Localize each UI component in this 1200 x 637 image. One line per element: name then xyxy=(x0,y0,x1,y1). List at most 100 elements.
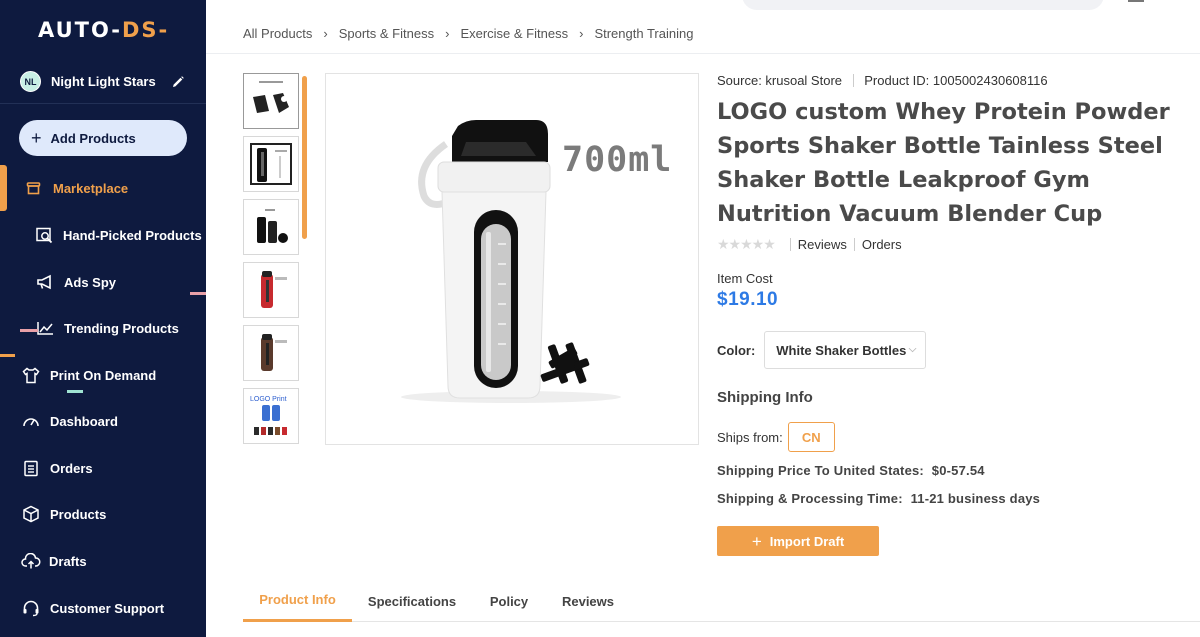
item-price: $19.10 xyxy=(717,289,779,310)
ships-from-row: Ships from: CN xyxy=(717,422,835,452)
tab-product-info[interactable]: Product Info xyxy=(243,580,352,622)
sidebar-item-products[interactable]: Products xyxy=(0,494,206,534)
color-value: White Shaker Bottles xyxy=(776,342,907,358)
search-input[interactable] xyxy=(742,0,1104,10)
rating-divider xyxy=(789,238,791,251)
color-label: Color: xyxy=(717,342,756,358)
thumb-logo-text: LOGO Print xyxy=(250,396,287,403)
tshirt-icon xyxy=(22,367,40,383)
pencil-icon[interactable] xyxy=(170,74,186,90)
add-products-button[interactable]: + Add Products xyxy=(19,120,187,156)
shipping-info-title: Shipping Info xyxy=(717,389,813,406)
thumbnail-image[interactable] xyxy=(243,325,299,381)
sidebar-item-marketplace[interactable]: Marketplace xyxy=(0,168,206,208)
shipping-price-row: Shipping Price To United States: $0-57.5… xyxy=(717,463,985,478)
user-profile[interactable]: NL Night Light Stars xyxy=(0,60,206,104)
import-draft-label: Import Draft xyxy=(769,533,845,549)
sidebar-item-trending[interactable]: Trending Products xyxy=(0,308,206,348)
sidebar-item-label: Trending Products xyxy=(64,320,179,336)
decor-mark xyxy=(190,292,206,295)
decor-mark xyxy=(20,329,38,332)
sidebar-item-drafts[interactable]: Drafts xyxy=(0,541,206,581)
shipping-price-value: $0-57.54 xyxy=(931,463,985,478)
sidebar-item-dashboard[interactable]: Dashboard xyxy=(0,401,206,441)
autods-logo[interactable]: AUTO-DS- xyxy=(38,18,169,42)
chevron-down-icon: ⌵ xyxy=(908,344,917,355)
thumbnail-list: LOGO Print xyxy=(243,73,299,451)
main-product-image[interactable]: 700ml xyxy=(325,73,699,445)
sidebar-item-orders[interactable]: Orders xyxy=(0,448,206,488)
breadcrumb-link[interactable]: Exercise & Fitness xyxy=(460,26,568,41)
megaphone-icon xyxy=(37,274,51,290)
product-title: LOGO custom Whey Protein Powder Sports S… xyxy=(717,99,1170,227)
tab-policy[interactable]: Policy xyxy=(472,580,546,622)
tab-reviews[interactable]: Reviews xyxy=(546,580,630,622)
divider xyxy=(206,53,1200,54)
source-store[interactable]: Source: krusoal Store xyxy=(717,73,842,88)
breadcrumb-link[interactable]: All Products xyxy=(243,26,312,41)
item-cost-label: Item Cost xyxy=(717,271,773,286)
sidebar-item-label: Dashboard xyxy=(50,413,118,429)
product-tabs: Product Info Specifications Policy Revie… xyxy=(243,580,1200,622)
sidebar-item-label: Orders xyxy=(50,460,93,476)
color-selector-row: Color: White Shaker Bottles ⌵ xyxy=(717,331,927,369)
chevron-right-icon: › xyxy=(579,26,584,41)
sidebar: AUTO-DS- NL Night Light Stars + Add Prod… xyxy=(0,0,206,637)
meta-divider xyxy=(852,74,854,87)
main-content: All Products › Sports & Fitness › Exerci… xyxy=(206,0,1200,637)
sidebar-item-label: Marketplace xyxy=(53,180,129,196)
rating-divider xyxy=(853,238,855,251)
sidebar-item-ads-spy[interactable]: Ads Spy xyxy=(0,262,206,302)
avatar: NL xyxy=(20,71,41,92)
thumbnail-image[interactable] xyxy=(243,199,299,255)
sidebar-item-support[interactable]: Customer Support xyxy=(0,588,206,628)
sidebar-item-label: Customer Support xyxy=(50,600,165,616)
processing-time-value: 11-21 business days xyxy=(910,491,1041,506)
sidebar-item-hand-picked[interactable]: Hand-Picked Products xyxy=(0,215,206,255)
store-icon xyxy=(26,182,41,195)
breadcrumb: All Products › Sports & Fitness › Exerci… xyxy=(243,26,693,41)
clipboard-icon xyxy=(24,460,38,476)
plus-icon: + xyxy=(751,531,762,551)
volume-label: 700ml xyxy=(562,140,673,180)
add-products-label: Add Products xyxy=(50,130,136,146)
product-id: Product ID: 1005002430608116 xyxy=(864,73,1048,88)
cloud-upload-icon xyxy=(21,552,41,568)
thumbnail-image[interactable] xyxy=(243,262,299,318)
product-meta: Source: krusoal Store Product ID: 100500… xyxy=(717,73,1048,88)
sidebar-item-label: Ads Spy xyxy=(64,274,117,290)
search-product-icon xyxy=(36,227,53,243)
headset-icon xyxy=(23,600,39,616)
color-dropdown[interactable]: White Shaker Bottles ⌵ xyxy=(764,331,927,369)
sidebar-item-label: Print On Demand xyxy=(50,367,157,383)
shaker-bottle-image xyxy=(401,120,621,403)
ships-from-label: Ships from: xyxy=(717,429,783,445)
ships-from-badge[interactable]: CN xyxy=(787,422,835,452)
breadcrumb-link[interactable]: Sports & Fitness xyxy=(339,26,434,41)
thumbnail-scrollbar[interactable] xyxy=(302,76,307,239)
sidebar-item-print-on-demand[interactable]: Print On Demand xyxy=(0,355,206,395)
sidebar-item-label: Products xyxy=(50,506,107,522)
decor-mark xyxy=(67,390,83,393)
thumbnail-image[interactable]: LOGO Print xyxy=(243,388,299,444)
tab-specifications[interactable]: Specifications xyxy=(352,580,472,622)
breadcrumb-link[interactable]: Strength Training xyxy=(594,26,693,41)
app-window: AUTO-DS- NL Night Light Stars + Add Prod… xyxy=(0,0,1200,637)
shipping-price-label: Shipping Price To United States: xyxy=(717,463,924,478)
chevron-right-icon: › xyxy=(445,26,450,41)
header-icon[interactable] xyxy=(1128,0,1144,2)
trending-chart-icon xyxy=(37,322,53,335)
sidebar-item-label: Drafts xyxy=(49,553,87,569)
orders-link[interactable]: Orders xyxy=(862,237,902,252)
thumbnail-image[interactable] xyxy=(243,73,299,129)
processing-time-row: Shipping & Processing Time: 11-21 busine… xyxy=(717,491,1040,506)
sidebar-item-label: Hand-Picked Products xyxy=(63,227,202,243)
import-draft-button[interactable]: + Import Draft xyxy=(717,526,879,556)
star-rating-icon: ★★★★★ xyxy=(717,236,776,252)
processing-time-label: Shipping & Processing Time: xyxy=(717,491,903,506)
thumbnail-image[interactable] xyxy=(243,136,299,192)
reviews-link[interactable]: Reviews xyxy=(798,237,847,252)
rating-row: ★★★★★ Reviews Orders xyxy=(717,236,902,253)
gauge-icon xyxy=(23,418,39,427)
decor-mark xyxy=(0,354,15,357)
